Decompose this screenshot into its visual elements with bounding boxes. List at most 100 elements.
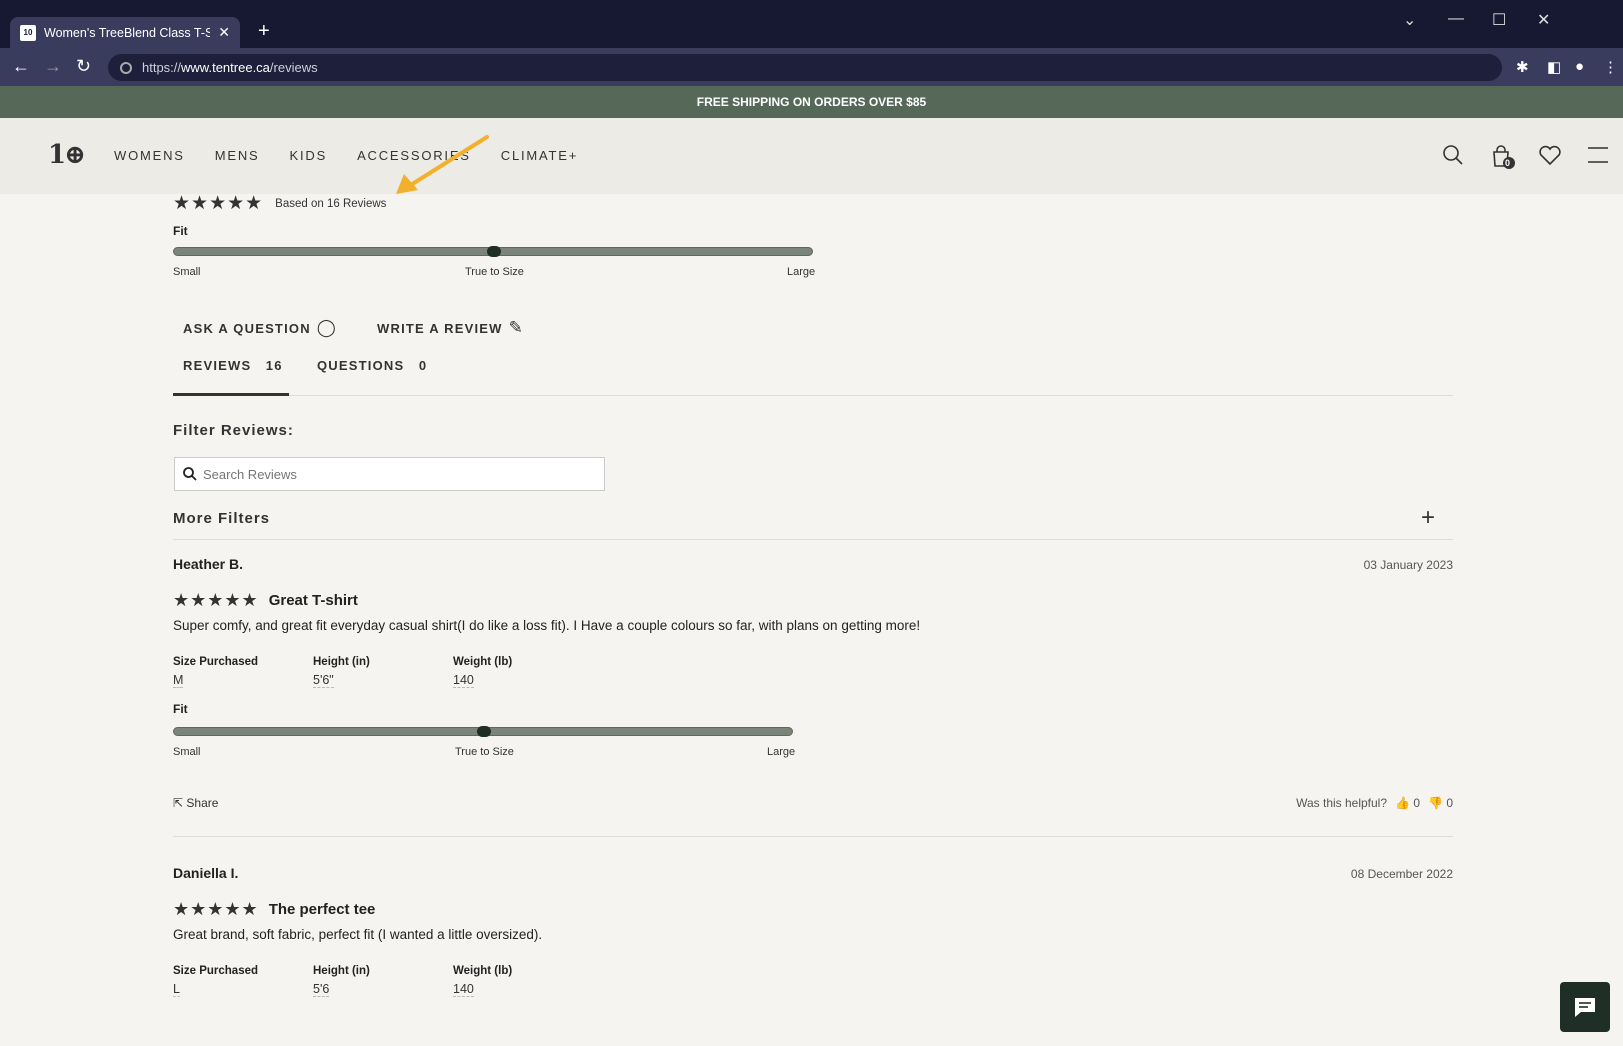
share-button[interactable]: ⇱ Share <box>173 796 218 810</box>
search-reviews-input[interactable] <box>203 466 593 482</box>
window-close-icon[interactable]: ✕ <box>1537 10 1550 30</box>
weight-label: Weight (lb) <box>453 656 513 668</box>
annotation-arrow-icon <box>396 135 489 194</box>
fit-label: Fit <box>173 702 188 716</box>
reviewer-name: Daniella I. <box>173 865 239 881</box>
review-stars-icon: ★★★★★ <box>173 899 259 919</box>
url-scheme: https:// <box>142 60 182 75</box>
nav-womens[interactable]: WOMENS <box>114 148 185 163</box>
tab-reviews[interactable]: REVIEWS 16 <box>183 358 283 373</box>
promo-banner: FREE SHIPPING ON ORDERS OVER $85 <box>0 86 1623 118</box>
address-bar[interactable]: https://www.tentree.ca/reviews <box>108 54 1502 81</box>
weight-value: 140 <box>453 673 474 688</box>
close-tab-icon[interactable]: ✕ <box>218 24 230 41</box>
plus-icon[interactable]: + <box>1421 504 1435 532</box>
new-tab-icon[interactable]: + <box>258 20 270 43</box>
weight: Weight (lb) 140 <box>453 656 512 689</box>
browser-tab[interactable]: 10 Women's TreeBlend Class T-Shirt ✕ <box>10 17 240 48</box>
size-label: Size Purchased <box>173 656 259 668</box>
review-title: Great T-shirt <box>268 592 358 609</box>
pencil-icon: ✎ <box>508 318 525 337</box>
height-value: 5'6" <box>313 673 334 688</box>
nav-mens[interactable]: MENS <box>215 148 260 163</box>
profile-icon[interactable]: ● <box>1575 58 1584 75</box>
cart-icon[interactable] <box>1490 144 1516 170</box>
fit-label: Fit <box>173 224 188 238</box>
size-label: Size Purchased <box>173 965 259 977</box>
url-path: /reviews <box>269 60 318 75</box>
forward-icon[interactable]: → <box>44 56 62 77</box>
review-tabs: REVIEWS 16 QUESTIONS 0 <box>173 352 1453 396</box>
overall-rating: ★★★★★ Based on 16 Reviews <box>173 192 386 215</box>
chat-widget-button[interactable] <box>1560 982 1610 1032</box>
speech-bubble-icon: ◯ <box>316 318 338 337</box>
reload-icon[interactable]: ↻ <box>76 56 91 77</box>
fit-slider-track <box>173 726 793 737</box>
review-item: Heather B. 03 January 2023 ★★★★★ Great T… <box>173 556 1453 846</box>
helpful-votes: Was this helpful? 👍 0 👎 0 <box>1296 796 1453 810</box>
tab-reviews-label: REVIEWS <box>183 358 252 373</box>
thumbs-down-button[interactable]: 👎 0 <box>1428 796 1453 810</box>
favicon-icon: 10 <box>20 24 36 41</box>
main-nav: WOMENS MENS KIDS ACCESSORIES CLIMATE+ <box>114 148 578 163</box>
search-icon <box>183 467 197 481</box>
ask-question-button[interactable]: ASK A QUESTION ◯ <box>183 318 337 338</box>
fit-slider-knob <box>487 246 501 257</box>
promo-text: FREE SHIPPING ON ORDERS OVER $85 <box>696 95 927 109</box>
site-info-icon[interactable] <box>120 61 132 74</box>
share-icon: ⇱ <box>173 796 184 810</box>
height: Height (in) 5'6" <box>313 656 370 689</box>
reviewer-name: Heather B. <box>173 556 244 572</box>
size-purchased: Size Purchased M <box>173 656 258 689</box>
review-divider <box>173 836 1453 837</box>
hamburger-menu-icon[interactable] <box>1588 144 1608 166</box>
browser-tab-bar: 10 Women's TreeBlend Class T-Shirt ✕ + ⌄… <box>0 0 1623 48</box>
review-date: 03 January 2023 <box>1363 558 1453 572</box>
filter-reviews-title: Filter Reviews: <box>173 422 294 439</box>
side-panel-icon[interactable]: ◧ <box>1547 58 1561 76</box>
review-body: Great brand, soft fabric, perfect fit (I… <box>173 927 543 942</box>
review-stars-icon: ★★★★★ <box>173 590 259 610</box>
wishlist-heart-icon[interactable] <box>1538 144 1562 166</box>
review-rating: ★★★★★ Great T-shirt <box>173 590 358 611</box>
active-tab-indicator <box>173 393 289 396</box>
fit-slider-knob <box>477 726 491 737</box>
nav-kids[interactable]: KIDS <box>290 148 328 163</box>
thumbs-up-button[interactable]: 👍 0 <box>1395 796 1420 810</box>
share-label: Share <box>186 796 219 810</box>
thumbs-down-icon: 👎 <box>1428 796 1443 810</box>
thumbs-up-count: 0 <box>1413 796 1421 810</box>
review-item: Daniella I. 08 December 2022 ★★★★★ The p… <box>173 865 1453 1025</box>
site-header: 1⊕ WOMENS MENS KIDS ACCESSORIES CLIMATE+… <box>0 118 1623 194</box>
review-count: Based on 16 Reviews <box>275 197 387 210</box>
weight: Weight (lb) 140 <box>453 965 512 998</box>
tab-search-icon[interactable]: ⌄ <box>1403 10 1416 30</box>
tab-reviews-count: 16 <box>265 358 283 373</box>
write-review-button[interactable]: WRITE A REVIEW ✎ <box>377 318 524 338</box>
review-actions: ASK A QUESTION ◯ WRITE A REVIEW ✎ <box>183 318 524 338</box>
chat-icon <box>1575 998 1595 1017</box>
tab-questions[interactable]: QUESTIONS 0 <box>317 358 427 373</box>
review-date: 08 December 2022 <box>1350 867 1453 881</box>
extensions-icon[interactable]: ✱ <box>1516 58 1529 76</box>
search-icon[interactable] <box>1442 144 1464 166</box>
ask-question-label: ASK A QUESTION <box>183 321 311 336</box>
more-filters-toggle[interactable]: More Filters + <box>173 504 1453 540</box>
maximize-icon[interactable]: ☐ <box>1492 10 1506 30</box>
fit-large-label: Large <box>767 746 796 758</box>
cart-count: 0 <box>1505 158 1511 168</box>
helpful-label: Was this helpful? <box>1296 796 1388 810</box>
review-body: Super comfy, and great fit everyday casu… <box>173 618 921 633</box>
fit-large-label: Large <box>787 266 816 278</box>
tab-questions-label: QUESTIONS <box>317 358 405 373</box>
menu-icon[interactable]: ⋮ <box>1603 58 1618 76</box>
fit-small-label: Small <box>173 746 201 758</box>
minimize-icon[interactable]: — <box>1448 10 1464 28</box>
back-icon[interactable]: ← <box>12 56 30 77</box>
logo[interactable]: 1⊕ <box>48 140 86 170</box>
nav-climate[interactable]: CLIMATE+ <box>501 148 578 163</box>
thumbs-down-count: 0 <box>1446 796 1453 810</box>
tab-title: Women's TreeBlend Class T-Shirt <box>44 25 211 40</box>
tab-questions-count: 0 <box>418 358 428 373</box>
weight-value: 140 <box>453 982 474 997</box>
